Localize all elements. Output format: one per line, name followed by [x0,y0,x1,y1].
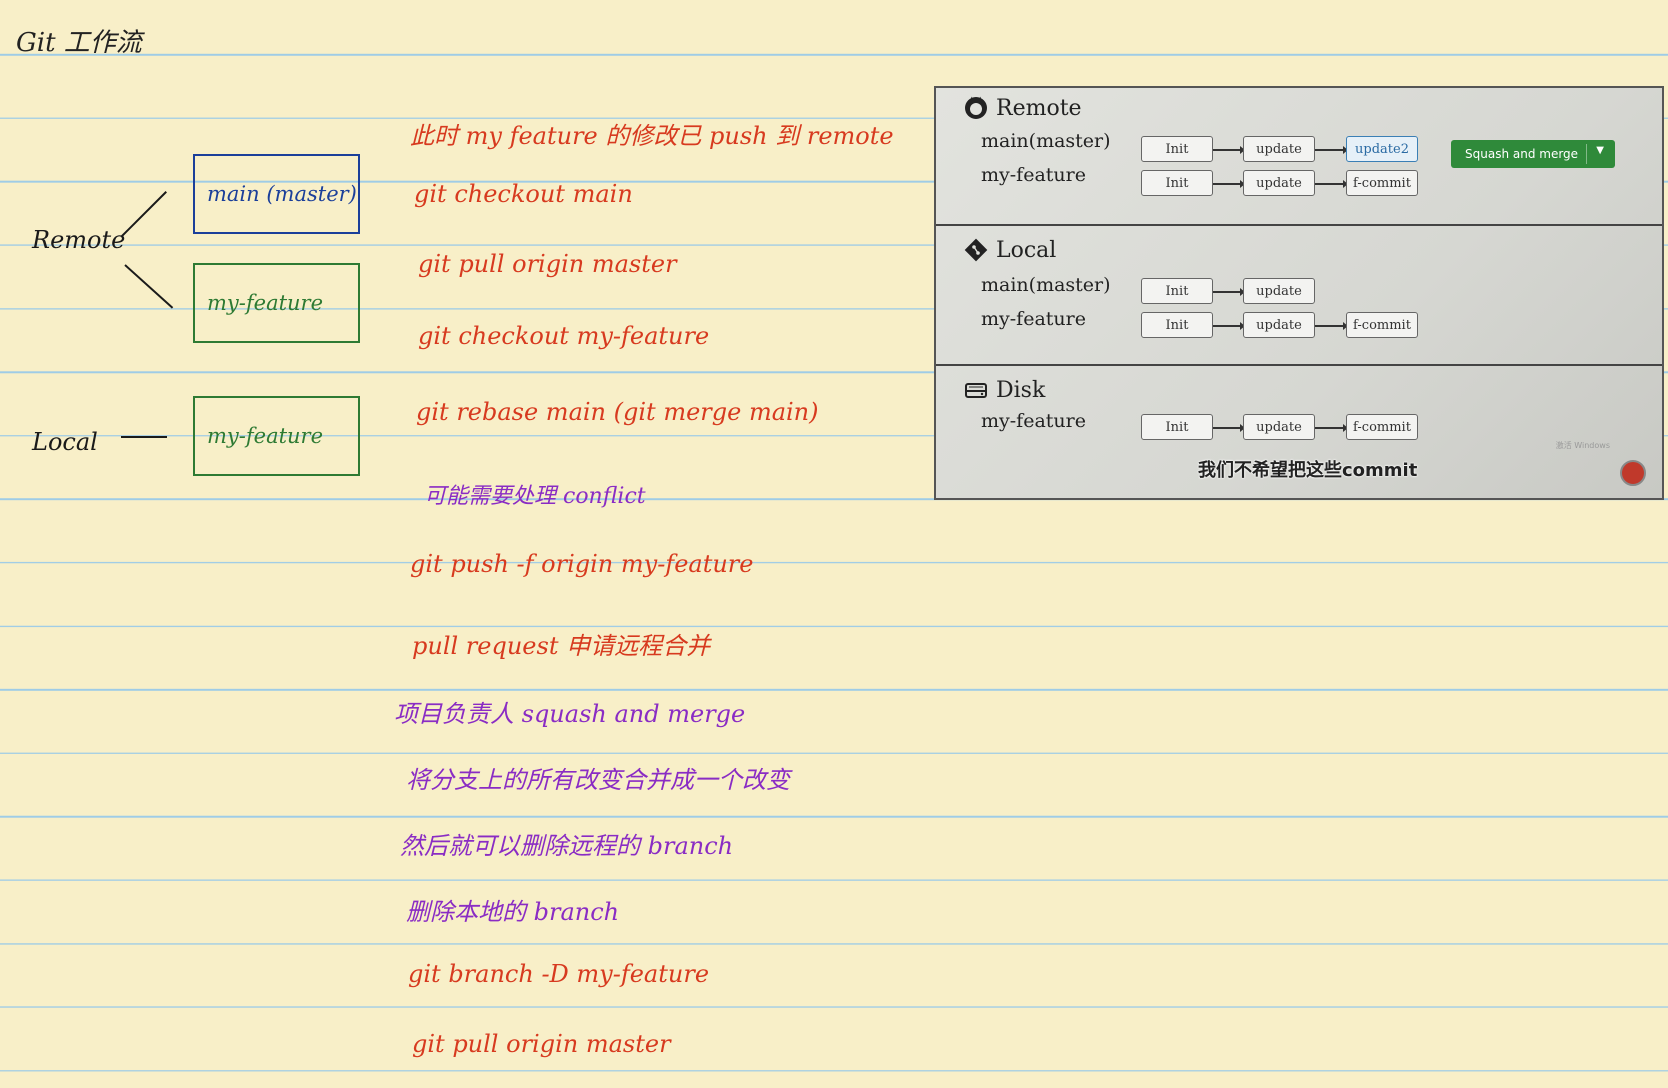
remote-feature-box: my-feature [193,263,360,343]
embedded-screenshot: Remote main(master) my-feature Init upda… [934,86,1664,500]
commit-node: update [1243,278,1315,304]
note-line: 删除本地的 branch [406,898,620,926]
remote-label: Remote [32,226,126,254]
local-to-feature-line [121,436,167,438]
disk-feature-label: my-feature [981,410,1086,432]
remote-feature-label: my-feature [981,164,1086,186]
remote-to-feature-line [124,264,174,309]
remote-section-title: Remote [996,96,1082,121]
note-line: 然后就可以删除远程的 branch [400,832,734,860]
remote-to-main-line [120,191,167,238]
button-separator [1586,144,1587,164]
commit-arrow [1213,322,1245,329]
local-label: Local [32,428,98,456]
note-line: git push -f origin my-feature [410,550,754,578]
note-line: 可能需要处理 conflict [424,484,646,509]
section-divider [936,224,1662,226]
page-title: Git 工作流 [16,28,142,58]
commit-node: f-commit [1346,170,1418,196]
commit-arrow [1213,146,1245,153]
git-icon [964,238,988,262]
commit-node: update2 [1346,136,1418,162]
note-line: git branch -D my-feature [408,960,710,988]
note-line: git checkout main [414,180,633,208]
note-line: pull request 申请远程合并 [412,632,711,660]
note-line: git pull origin master [412,1030,671,1058]
commit-arrow [1213,180,1245,187]
commit-arrow [1315,322,1348,329]
commit-arrow [1315,180,1348,187]
note-line: 项目负责人 squash and merge [394,700,746,728]
commit-arrow [1315,424,1348,431]
note-line: git checkout my-feature [418,322,710,350]
github-icon [964,96,988,120]
local-feature-label: my-feature [981,308,1086,330]
disk-section-title: Disk [996,378,1046,403]
video-subtitle: 我们不希望把这些commit [1198,460,1418,481]
record-icon[interactable] [1620,460,1646,486]
commit-node: update [1243,414,1315,440]
commit-arrow [1315,146,1348,153]
commit-node: Init [1141,278,1213,304]
note-line: git pull origin master [418,250,677,278]
section-divider [936,364,1662,366]
local-section-title: Local [996,238,1057,263]
commit-node: Init [1141,312,1213,338]
commit-node: Init [1141,170,1213,196]
local-feature-box: my-feature [193,396,360,476]
note-line: 将分支上的所有改变合并成一个改变 [406,766,790,794]
squash-and-merge-button[interactable]: Squash and merge ▼ [1451,140,1615,168]
commit-node: f-commit [1346,312,1418,338]
caret-down-icon[interactable]: ▼ [1596,145,1604,156]
commit-node: f-commit [1346,414,1418,440]
note-line: git rebase main (git merge main) [416,398,819,426]
commit-node: update [1243,170,1315,196]
commit-node: Init [1141,414,1213,440]
squash-button-label: Squash and merge [1465,147,1579,161]
remote-main-label: main(master) [981,130,1111,152]
disk-icon [964,378,988,402]
note-line: 此时 my feature 的修改已 push 到 remote [410,122,894,150]
commit-node: update [1243,312,1315,338]
remote-main-box: main (master) [193,154,360,234]
windows-watermark: 激活 Windows [1555,441,1610,450]
commit-node: Init [1141,136,1213,162]
commit-node: update [1243,136,1315,162]
local-main-label: main(master) [981,274,1111,296]
commit-arrow [1213,424,1245,431]
commit-arrow [1213,288,1245,295]
